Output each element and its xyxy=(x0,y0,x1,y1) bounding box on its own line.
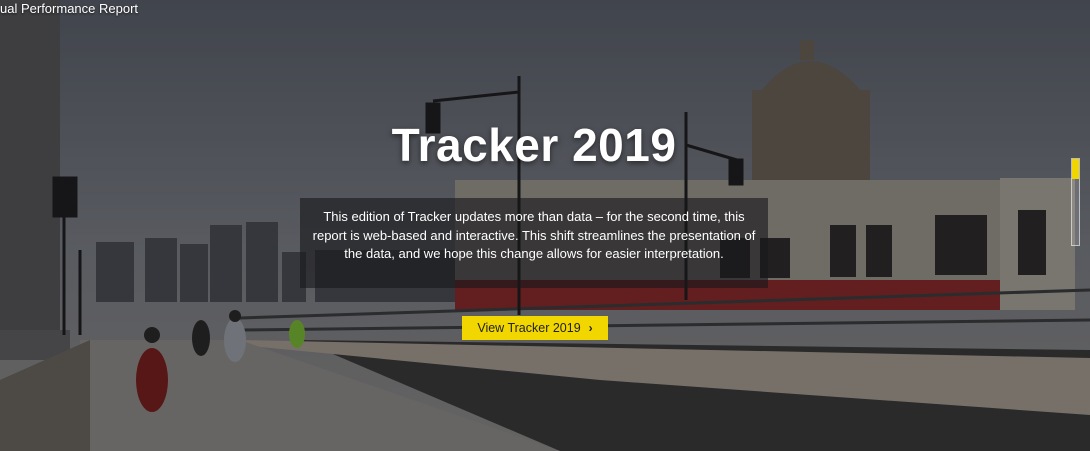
report-title-label: ual Performance Report xyxy=(0,1,139,16)
chevron-right-icon: › xyxy=(588,321,593,335)
slide-progress-fill xyxy=(1072,159,1079,179)
view-tracker-button-label: View Tracker 2019 xyxy=(477,321,581,335)
hero-banner: ual Performance Report Tracker 2019 This… xyxy=(0,0,1090,451)
description-panel: This edition of Tracker updates more tha… xyxy=(300,198,768,288)
slide-progress-scrollbar[interactable] xyxy=(1071,158,1080,246)
hero-title: Tracker 2019 xyxy=(391,119,677,171)
hero-description: This edition of Tracker updates more tha… xyxy=(312,209,756,261)
view-tracker-button[interactable]: View Tracker 2019 › xyxy=(462,316,608,340)
